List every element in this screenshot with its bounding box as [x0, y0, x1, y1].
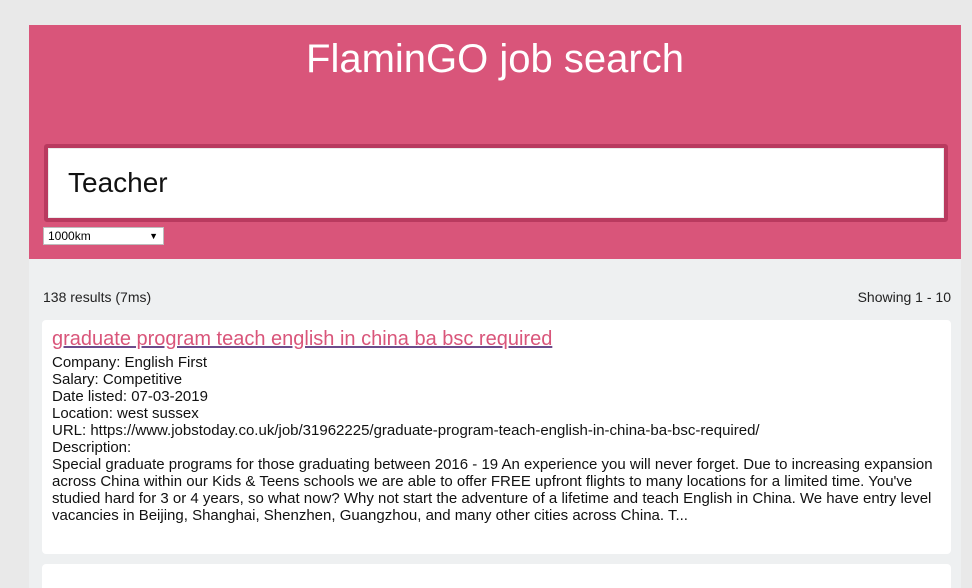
app-container: FlaminGO job search 1000km ▼ 138 results… [29, 25, 961, 588]
chevron-down-icon: ▼ [149, 231, 158, 241]
page-title: FlaminGO job search [306, 37, 684, 81]
result-salary: Salary: Competitive [52, 371, 183, 388]
showing-range: Showing 1 - 10 [857, 289, 951, 305]
result-url: URL: https://www.jobstoday.co.uk/job/319… [52, 422, 760, 439]
result-company: Company: English First [52, 354, 208, 371]
result-date-listed: Date listed: 07-03-2019 [52, 388, 208, 405]
result-location: Location: west sussex [52, 405, 199, 422]
result-card: graduate program teach english in china … [42, 320, 951, 554]
result-description: Special graduate programs for those grad… [52, 456, 933, 524]
radius-select[interactable]: 1000km ▼ [43, 227, 164, 245]
search-header: FlaminGO job search 1000km ▼ [29, 25, 961, 259]
search-input[interactable] [44, 144, 948, 222]
radius-selected-value: 1000km [48, 229, 91, 243]
result-card-next [42, 564, 951, 588]
results-meta: 138 results (7ms) Showing 1 - 10 [43, 289, 951, 309]
results-count: 138 results (7ms) [43, 289, 152, 305]
result-description-label: Description: [52, 439, 132, 456]
result-title-link[interactable]: graduate program teach english in china … [52, 326, 941, 352]
